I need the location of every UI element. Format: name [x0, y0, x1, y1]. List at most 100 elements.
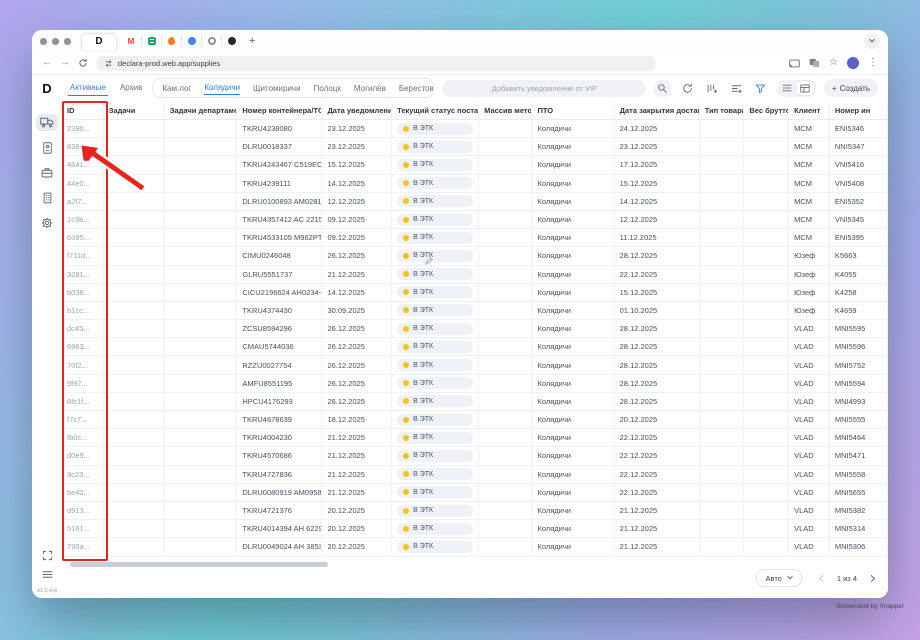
column-header[interactable]: Клиент — [789, 101, 830, 119]
profile-tab[interactable] — [181, 35, 201, 47]
column-header[interactable]: ПТО — [532, 101, 615, 119]
table-row[interactable]: 6963... CMAU5744036 26.12.2025 В ЭТК Колядич… — [62, 338, 888, 357]
list-view-button[interactable] — [778, 81, 796, 95]
tab-Щитомиричи[interactable]: Щитомиричи — [253, 82, 301, 95]
flame-icon — [168, 37, 175, 45]
table-row[interactable]: 6fc1f... HPCU4176293 26.12.2025 В ЭТК Коляди… — [62, 392, 888, 411]
tab-Полоцк[interactable]: Полоцк — [314, 82, 341, 95]
table-row[interactable]: 836f... DLRU0018337 23.12.2025 В ЭТК Колядич… — [62, 138, 888, 157]
window-controls[interactable] — [40, 37, 71, 45]
sheets-tab[interactable] — [141, 35, 161, 47]
new-tab-button[interactable]: + — [249, 35, 255, 47]
tab-search-button[interactable] — [864, 33, 880, 49]
column-header[interactable]: Вес брутто — [744, 101, 790, 119]
filter-button[interactable] — [752, 80, 769, 97]
bookmark-star-icon[interactable]: ☆ — [829, 58, 838, 68]
table-row[interactable]: 70f2... RZZU0027754 26.12.2025 В ЭТК Колядич… — [62, 356, 888, 375]
cell-container: TKRU4727836 — [237, 465, 323, 483]
refresh-button[interactable] — [679, 80, 696, 97]
profile-avatar[interactable] — [847, 57, 859, 69]
column-header[interactable]: Массив меток — [479, 101, 533, 119]
maximize-window-icon[interactable] — [64, 37, 71, 45]
cell-closed: 22.12.2025 — [615, 483, 700, 501]
table-row[interactable]: 3c23... TKRU4727836 21.12.2025 В ЭТК Колядич… — [62, 465, 888, 484]
expand-icon[interactable] — [42, 550, 53, 561]
search-input[interactable] — [442, 79, 647, 97]
cell-type — [700, 210, 745, 229]
columns-button[interactable] — [703, 80, 720, 97]
cast-icon[interactable] — [789, 59, 800, 68]
close-window-icon[interactable] — [40, 37, 47, 45]
table-view-button[interactable] — [796, 81, 815, 95]
flame-tab[interactable] — [161, 35, 181, 47]
sidebar-item-organizations[interactable] — [36, 189, 58, 206]
table-row[interactable]: 6395... TKRU4533105 M962PT... 09.12.2025 В … — [62, 229, 888, 248]
table-row[interactable]: dc45... ZCSU8594296 26.12.2025 В ЭТК Колядич… — [62, 320, 888, 339]
table-row[interactable]: b1cc... TKRU4374430 30.09.2025 В ЭТК Колядич… — [62, 301, 888, 321]
column-header[interactable]: Дата уведомления — [322, 101, 393, 119]
hamburger-icon[interactable] — [42, 570, 53, 579]
page-size-select[interactable]: Авто — [755, 569, 802, 587]
table-row[interactable]: f7c7... TKRU4678639 18.12.2025 В ЭТК Колядич… — [62, 411, 888, 430]
github-tab[interactable] — [221, 35, 241, 47]
status-dot-icon — [403, 416, 410, 423]
column-header[interactable]: Задачи департаментов — [165, 101, 238, 119]
status-badge: В ЭТК — [397, 286, 474, 299]
tab-Кам.лог[interactable]: Кам.лог — [162, 82, 191, 95]
table-row[interactable]: 1c3b... TKRU4357412 AC 2215-...09.12.2025… — [62, 210, 888, 230]
table-row[interactable]: a2f7... DLRU0100893 AM0281-... 12.12.2025 В… — [62, 192, 888, 211]
table-row[interactable]: 5161... TKRU4014394 AH 6229... 20.12.2025 В… — [62, 520, 888, 539]
search-button[interactable] — [654, 79, 671, 97]
prev-page-icon[interactable] — [818, 574, 826, 582]
tab-Активные[interactable]: Активные — [68, 80, 108, 96]
reload-icon[interactable] — [78, 58, 88, 68]
sidebar-item-cases[interactable] — [36, 164, 58, 181]
translate-icon[interactable] — [809, 58, 820, 68]
column-header[interactable]: Дата закрытия доставки — [615, 101, 700, 119]
column-header[interactable]: Текущий статус поставки — [392, 101, 480, 119]
create-button[interactable]: + Создать — [823, 79, 878, 97]
sidebar-item-settings[interactable] — [36, 214, 58, 231]
table-row[interactable]: 3281... GLRU5551737 21.12.2025 В ЭТК Колядич… — [62, 265, 888, 284]
table-row[interactable]: 4641... TKRU4243467 C519EC... 15.12.2025 В … — [62, 156, 888, 175]
cell-dept — [165, 229, 238, 247]
cell-client: Юзеф — [789, 265, 830, 283]
table-row[interactable]: 2390... TKRU4238080 23.12.2025 В ЭТК Колядич… — [62, 120, 888, 139]
settings-tab[interactable] — [201, 35, 221, 47]
gmail-tab[interactable]: M — [121, 35, 141, 47]
table-row[interactable]: 9f97... AMFU8551195 26.12.2025 В ЭТК Колядич… — [62, 374, 888, 393]
next-page-icon[interactable] — [867, 574, 876, 582]
cell-task — [104, 520, 165, 538]
table-row[interactable]: d0e9... TKRU4570686 21.12.2025 В ЭТК Колядич… — [62, 447, 888, 466]
column-header[interactable]: Номер контейнера/ТС — [237, 101, 323, 119]
column-header[interactable]: Тип товара — [700, 101, 745, 119]
minimize-window-icon[interactable] — [52, 37, 59, 45]
menu-dots-icon[interactable]: ⋮ — [868, 58, 878, 68]
sidebar-item-documents[interactable] — [36, 139, 58, 156]
add-row-button[interactable] — [728, 80, 745, 97]
address-bar[interactable]: declara-prod.web.app/supplies — [96, 55, 656, 71]
sheets-icon — [147, 37, 156, 45]
tab-Колядичи[interactable]: Колядичи — [204, 81, 241, 95]
active-browser-tab[interactable]: D — [81, 32, 117, 50]
table-row[interactable]: 790a... DLRU0049024 AH 3853-...20.12.2025… — [62, 538, 888, 557]
column-header[interactable]: Задачи — [104, 101, 165, 119]
table-row[interactable]: 44e0... TKRU4239111 14.12.2025 В ЭТК Колядич… — [62, 174, 888, 193]
tab-Берестовица[interactable]: Берестовица — [399, 82, 434, 95]
table-row[interactable]: fb0c... TKRU4004230 21.12.2025 В ЭТК Колядич… — [62, 429, 888, 448]
site-info-icon[interactable] — [104, 59, 113, 68]
column-header[interactable]: Номер ин — [830, 101, 888, 119]
sidebar-item-supplies[interactable] — [36, 114, 58, 131]
table-row[interactable]: f711d... CIMU0246048 26.12.2025 В ЭТК Коляди… — [62, 247, 888, 266]
cell-dept — [165, 411, 238, 429]
tab-Могилёв[interactable]: Могилёв — [354, 82, 386, 95]
table-row[interactable]: be42... DLRU0080919 AM0958-... 21.12.2025 В… — [62, 483, 888, 502]
table-row[interactable]: d913... TKRU4721376 20.12.2025 В ЭТК Колядич… — [62, 501, 888, 521]
forward-icon[interactable]: → — [60, 58, 70, 68]
tab-Архив[interactable]: Архив — [118, 80, 144, 96]
table-row[interactable]: b038... CICU2196624 AH0234-... 14.12.2025 В… — [62, 283, 888, 302]
cell-pto: Колядичи — [532, 411, 615, 429]
horizontal-scrollbar[interactable] — [70, 562, 328, 567]
column-header[interactable]: ID — [62, 101, 104, 119]
back-icon[interactable]: ← — [42, 58, 52, 68]
